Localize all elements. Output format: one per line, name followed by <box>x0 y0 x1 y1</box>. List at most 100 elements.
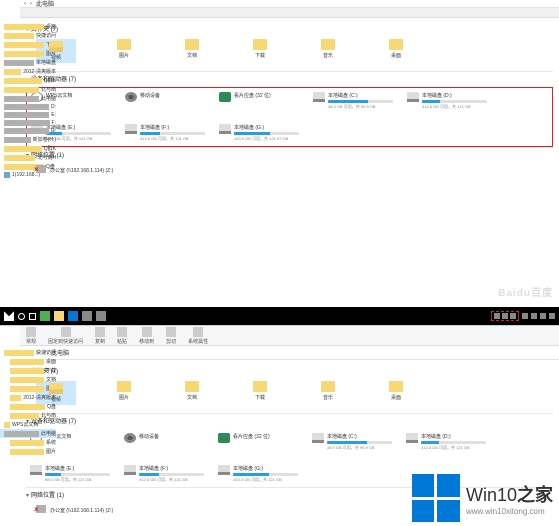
drives-header[interactable]: ▾设备和驱动器 (7) <box>26 413 553 427</box>
tree-item[interactable]: 新加卷(H:) <box>0 135 56 144</box>
user-folder[interactable]: 下载 <box>240 39 280 63</box>
drive-item[interactable]: 本地磁盘 (E:)98.0 GB 可用，共 121 GB <box>30 465 110 483</box>
tree-item[interactable]: D: <box>0 103 56 111</box>
folders-header[interactable]: ▾文件夹 (7) <box>26 22 553 35</box>
search-icon[interactable] <box>18 313 25 320</box>
drive-item[interactable]: 本地磁盘 (F:)412.6 GB 可用，共 121 GB <box>124 465 204 483</box>
taskbar[interactable] <box>0 307 559 325</box>
ribbon-button[interactable]: 移动到 <box>139 327 154 345</box>
tray-icon[interactable] <box>494 313 500 319</box>
user-folder[interactable]: 文档 <box>172 39 212 63</box>
capacity-bar <box>422 100 487 103</box>
tray-icon[interactable] <box>549 313 555 319</box>
drive-item[interactable]: 移动设备 <box>124 433 204 451</box>
tree-item-label: 快捷访问 <box>36 32 56 39</box>
folder-icon <box>117 381 131 392</box>
tree-item[interactable]: 2012-清爽版本 <box>0 393 56 402</box>
tree-item[interactable]: 图片 <box>0 49 56 58</box>
nav-tree[interactable]: 桌面快捷访问下载图片本地磁盘2012-清爽版本Q群K北与南此电脑D:E:F:G:… <box>0 18 56 179</box>
tree-item[interactable]: 1(192.168...) <box>0 171 56 179</box>
drive-item[interactable]: 本地磁盘 (C:)38.9 GB 可用，共 99.9 GB <box>312 433 392 451</box>
drive-item[interactable]: 本地磁盘 (C:)38.9 GB 可用，共 99.9 GB <box>313 92 393 110</box>
drive-item[interactable]: 看片应盘 (32 位) <box>218 433 298 451</box>
drive-name: 本地磁盘 (D:) <box>422 92 487 99</box>
drive-item[interactable]: 本地磁盘 (G:)163.0 GB 可用，共 121 GB <box>218 465 298 483</box>
tree-item[interactable]: 快速访问 <box>0 348 56 357</box>
user-folder[interactable]: 图片 <box>104 39 144 63</box>
address-bar[interactable]: ← → ↑ 此电脑 <box>20 346 559 360</box>
tray-icon[interactable] <box>510 313 516 319</box>
user-folder[interactable]: 桌面 <box>376 39 416 63</box>
explorer-window: ‹ › 此电脑 桌面快捷访问下载图片本地磁盘2012-清爽版本Q群K北与南此电脑… <box>20 0 559 301</box>
tree-item[interactable]: 2012-清爽版本 <box>0 67 56 76</box>
user-folder[interactable]: 音乐 <box>308 381 348 405</box>
explorer-taskbar-icon[interactable] <box>54 311 64 321</box>
tree-item[interactable]: E: <box>0 111 56 119</box>
folders-header[interactable]: ▾文件夹 (7) <box>26 364 553 377</box>
tray-icon[interactable] <box>531 313 537 319</box>
breadcrumb-arrow: › <box>30 1 32 7</box>
network-drive-label: 办公室 (\\192.168.1.114) (Z:) <box>50 507 113 514</box>
local-drive-icon <box>407 92 419 102</box>
app-icon-4[interactable] <box>96 311 106 321</box>
network-header[interactable]: ▾网络位置 (1) <box>26 147 553 161</box>
drive-item[interactable]: 本地磁盘 (G:)163.0 GB 可用，共 121.07 GB <box>219 124 299 142</box>
user-folder[interactable]: 桌面 <box>376 381 416 405</box>
system-tray[interactable] <box>491 311 555 321</box>
drive-item[interactable]: 看片应盘 (32 位) <box>219 92 299 110</box>
app-icon-1[interactable] <box>40 311 50 321</box>
tree-item[interactable]: 北与南H <box>0 153 56 162</box>
ribbon-label: 复制 <box>95 338 105 345</box>
tree-item[interactable]: 桌面 <box>0 22 56 31</box>
user-folder[interactable]: 下载 <box>240 381 280 405</box>
tree-item[interactable]: G: <box>0 127 56 135</box>
tree-item[interactable]: 快捷访问 <box>0 31 56 40</box>
tree-item[interactable]: 图片 <box>0 447 56 456</box>
ribbon-button[interactable]: 剪切 <box>166 327 176 345</box>
app-icon-3[interactable] <box>82 311 92 321</box>
nav-back-icon[interactable]: ‹ <box>24 1 26 7</box>
tree-item[interactable]: Q群K <box>0 76 56 85</box>
tray-icon[interactable] <box>522 313 528 319</box>
folder-label: 图片 <box>119 394 129 401</box>
taskview-icon[interactable] <box>29 313 36 320</box>
tree-item[interactable]: 北与南 <box>0 411 56 420</box>
tree-item[interactable]: Q群K <box>0 144 56 153</box>
tree-item[interactable]: 下载 <box>0 366 56 375</box>
tree-item[interactable]: 下载 <box>0 40 56 49</box>
user-folder[interactable]: 文档 <box>172 381 212 405</box>
tree-item[interactable]: 北与南 <box>0 85 56 94</box>
tree-item[interactable]: 图片 <box>0 384 56 393</box>
drive-item[interactable]: 本地磁盘 (D:)412.6 GB 可用，共 121 GB <box>407 92 487 110</box>
tree-item[interactable]: F: <box>0 119 56 127</box>
drive-item[interactable]: 本地磁盘 (D:)412.6 GB 可用，共 121 GB <box>406 433 486 451</box>
tree-item-label: 2012-清爽版本 <box>23 68 56 75</box>
ribbon-button[interactable]: 复制 <box>95 327 105 345</box>
tree-item[interactable]: 桌面 <box>0 357 56 366</box>
net-icon <box>4 172 10 178</box>
drive-item[interactable]: 移动设备 <box>125 92 205 110</box>
start-button-icon[interactable] <box>4 311 14 321</box>
tree-item[interactable]: 文档 <box>0 375 56 384</box>
ribbon-button[interactable]: 固定到快速访问 <box>48 327 83 345</box>
ribbon-button[interactable]: 系统属性 <box>188 327 208 345</box>
tree-item[interactable]: 本地磁盘 <box>0 58 56 67</box>
user-folder[interactable]: 图片 <box>104 381 144 405</box>
ribbon[interactable]: 常规固定到快速访问复制 粘贴移动到剪切系统属性 <box>20 326 559 346</box>
drive-item[interactable]: 本地磁盘 (F:)412.6 GB 可用，共 121 GB <box>125 124 205 142</box>
tree-item[interactable]: WPS云文档 <box>0 420 56 429</box>
nav-tree[interactable]: 快速访问桌面下载文档图片2012-清爽版本Q盘北与南WPS云文档此电脑系统图片 <box>0 344 56 456</box>
tree-item[interactable]: 此电脑 <box>0 94 56 103</box>
app-icon-2[interactable] <box>68 311 78 321</box>
tray-icon[interactable] <box>502 313 508 319</box>
drives-header[interactable]: ▾设备和驱动器 (7) <box>26 71 553 85</box>
user-folder[interactable]: 音乐 <box>308 39 348 63</box>
tree-item[interactable]: Q盘 <box>0 162 56 171</box>
tree-item[interactable]: 此电脑 <box>0 429 56 438</box>
tray-icon[interactable] <box>540 313 546 319</box>
network-drive-disconnected[interactable]: 办公室 (\\192.168.1.114) (Z:) <box>36 165 553 175</box>
ribbon-button[interactable]: 粘贴 <box>117 327 127 345</box>
tree-item[interactable]: 系统 <box>0 438 56 447</box>
tree-item[interactable]: Q盘 <box>0 402 56 411</box>
ribbon-button[interactable]: 常规 <box>26 327 36 345</box>
